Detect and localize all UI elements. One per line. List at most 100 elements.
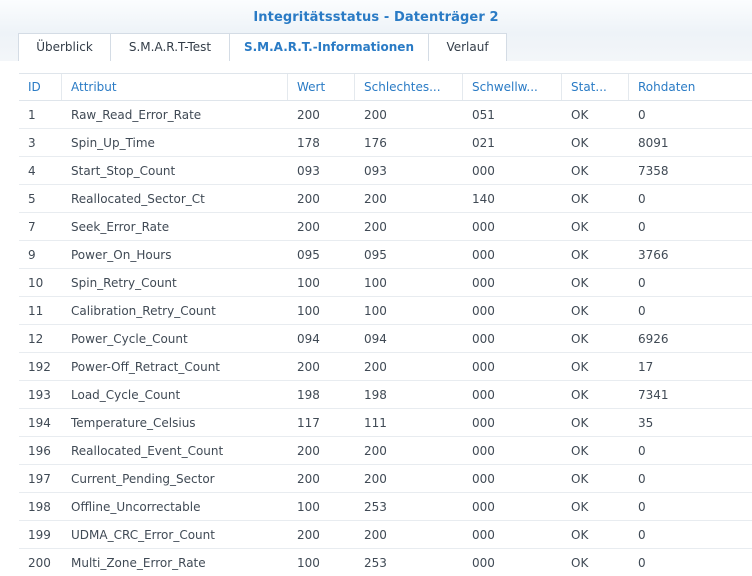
cell-raw-data: 0: [638, 528, 646, 542]
cell-id: 4: [28, 164, 36, 178]
table-row[interactable]: 196 Reallocated_Event_Count 200 200 000 OK 0: [19, 437, 752, 465]
table-row[interactable]: 1 Raw_Read_Error_Rate 200 200 051 OK 0: [19, 101, 752, 129]
cell-raw-data: 0: [638, 220, 646, 234]
cell-status: OK: [571, 276, 589, 290]
cell-id: 1: [28, 108, 36, 122]
table-row[interactable]: 7 Seek_Error_Rate 200 200 000 OK 0: [19, 213, 752, 241]
cell-value: 200: [297, 192, 320, 206]
cell-status: OK: [571, 556, 589, 570]
table-row[interactable]: 197 Current_Pending_Sector 200 200 000 OK 0: [19, 465, 752, 493]
cell-worst: 100: [364, 276, 387, 290]
table-row[interactable]: 9 Power_On_Hours 095 095 000 OK 3766: [19, 241, 752, 269]
cell-attribute: Power_On_Hours: [71, 248, 172, 262]
cell-status: OK: [571, 108, 589, 122]
cell-id: 194: [28, 416, 51, 430]
cell-worst: 200: [364, 360, 387, 374]
cell-attribute: Raw_Read_Error_Rate: [71, 108, 202, 122]
tab-smart-information[interactable]: S.M.A.R.T.-Informationen: [230, 34, 429, 61]
table-body: 1 Raw_Read_Error_Rate 200 200 051 OK 0 3 Spin_Up…: [19, 101, 752, 576]
cell-id: 3: [28, 136, 36, 150]
cell-value: 093: [297, 164, 320, 178]
cell-worst: 095: [364, 248, 387, 262]
cell-worst: 200: [364, 444, 387, 458]
integrity-status-window: Integritätsstatus - Datenträger 2 Überbl…: [0, 0, 752, 576]
cell-attribute: Spin_Up_Time: [71, 136, 155, 150]
cell-raw-data: 0: [638, 276, 646, 290]
cell-threshold: 021: [472, 136, 495, 150]
cell-status: OK: [571, 248, 589, 262]
cell-id: 7: [28, 220, 36, 234]
cell-id: 199: [28, 528, 51, 542]
cell-status: OK: [571, 416, 589, 430]
cell-value: 200: [297, 528, 320, 542]
cell-value: 094: [297, 332, 320, 346]
cell-raw-data: 0: [638, 556, 646, 570]
column-header-attribute[interactable]: Attribut: [62, 74, 288, 100]
table-row[interactable]: 193 Load_Cycle_Count 198 198 000 OK 7341: [19, 381, 752, 409]
cell-value: 095: [297, 248, 320, 262]
cell-threshold: 000: [472, 304, 495, 318]
cell-attribute: Reallocated_Event_Count: [71, 444, 224, 458]
cell-id: 197: [28, 472, 51, 486]
cell-threshold: 000: [472, 360, 495, 374]
cell-id: 193: [28, 388, 51, 402]
cell-id: 9: [28, 248, 36, 262]
tab-smart-test[interactable]: S.M.A.R.T-Test: [111, 34, 230, 61]
table-row[interactable]: 198 Offline_Uncorrectable 100 253 000 OK 0: [19, 493, 752, 521]
cell-status: OK: [571, 164, 589, 178]
cell-value: 100: [297, 500, 320, 514]
cell-id: 12: [28, 332, 44, 346]
cell-raw-data: 17: [638, 360, 654, 374]
cell-raw-data: 8091: [638, 136, 669, 150]
cell-status: OK: [571, 304, 589, 318]
table-row[interactable]: 194 Temperature_Celsius 117 111 000 OK 35: [19, 409, 752, 437]
cell-status: OK: [571, 332, 589, 346]
tab-overview[interactable]: Überblick: [19, 34, 111, 61]
cell-attribute: Power-Off_Retract_Count: [71, 360, 221, 374]
table-row[interactable]: 200 Multi_Zone_Error_Rate 100 253 000 OK 0: [19, 549, 752, 576]
cell-raw-data: 0: [638, 192, 646, 206]
table-row[interactable]: 192 Power-Off_Retract_Count 200 200 000 OK 17: [19, 353, 752, 381]
column-header-value[interactable]: Wert: [288, 74, 355, 100]
column-header-threshold[interactable]: Schwellw...: [463, 74, 562, 100]
table-header: ID Attribut Wert Schlechtes... Schwellw.…: [19, 73, 752, 101]
cell-threshold: 000: [472, 500, 495, 514]
table-row[interactable]: 12 Power_Cycle_Count 094 094 000 OK 6926: [19, 325, 752, 353]
cell-threshold: 000: [472, 556, 495, 570]
cell-worst: 176: [364, 136, 387, 150]
cell-value: 200: [297, 360, 320, 374]
column-header-raw-data[interactable]: Rohdaten: [629, 74, 752, 100]
cell-status: OK: [571, 220, 589, 234]
table-row[interactable]: 199 UDMA_CRC_Error_Count 200 200 000 OK 0: [19, 521, 752, 549]
cell-raw-data: 0: [638, 500, 646, 514]
cell-value: 200: [297, 472, 320, 486]
table-row[interactable]: 5 Reallocated_Sector_Ct 200 200 140 OK 0: [19, 185, 752, 213]
cell-value: 100: [297, 276, 320, 290]
cell-raw-data: 0: [638, 108, 646, 122]
cell-threshold: 000: [472, 220, 495, 234]
cell-worst: 200: [364, 220, 387, 234]
column-header-status[interactable]: Stat...: [562, 74, 629, 100]
cell-raw-data: 0: [638, 444, 646, 458]
cell-status: OK: [571, 192, 589, 206]
cell-id: 198: [28, 500, 51, 514]
tab-history[interactable]: Verlauf: [429, 34, 506, 61]
cell-threshold: 000: [472, 472, 495, 486]
smart-attributes-table: ID Attribut Wert Schlechtes... Schwellw.…: [19, 73, 752, 576]
table-row[interactable]: 4 Start_Stop_Count 093 093 000 OK 7358: [19, 157, 752, 185]
cell-attribute: Temperature_Celsius: [71, 416, 196, 430]
cell-value: 200: [297, 108, 320, 122]
cell-threshold: 000: [472, 164, 495, 178]
table-row[interactable]: 10 Spin_Retry_Count 100 100 000 OK 0: [19, 269, 752, 297]
cell-value: 198: [297, 388, 320, 402]
cell-status: OK: [571, 500, 589, 514]
cell-status: OK: [571, 472, 589, 486]
column-header-worst[interactable]: Schlechtes...: [355, 74, 463, 100]
column-header-id[interactable]: ID: [19, 74, 62, 100]
table-row[interactable]: 11 Calibration_Retry_Count 100 100 000 OK 0: [19, 297, 752, 325]
table-row[interactable]: 3 Spin_Up_Time 178 176 021 OK 8091: [19, 129, 752, 157]
cell-value: 200: [297, 444, 320, 458]
cell-worst: 253: [364, 556, 387, 570]
cell-attribute: UDMA_CRC_Error_Count: [71, 528, 215, 542]
cell-attribute: Load_Cycle_Count: [71, 388, 181, 402]
